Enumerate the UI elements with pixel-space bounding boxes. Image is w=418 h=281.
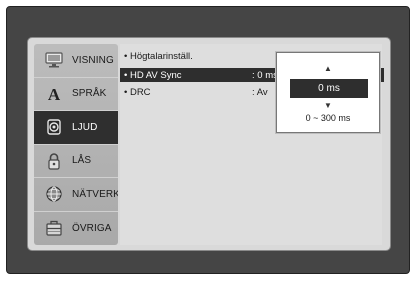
speaker-icon (44, 117, 64, 137)
svg-text:A: A (48, 85, 61, 103)
setup-menu: VISNING A SPRÅK LJUD LÅS NÄTVERK ÖVRIGA … (27, 37, 391, 251)
sidebar-item-label: LJUD (72, 121, 98, 133)
sidebar-item-sprak[interactable]: A SPRÅK (34, 78, 118, 111)
setting-value: : 0 ms (252, 69, 278, 81)
lock-icon (44, 151, 64, 171)
display-icon (44, 50, 64, 70)
sidebar-item-ovriga[interactable]: ÖVRIGA (34, 212, 118, 246)
sidebar-item-las[interactable]: LÅS (34, 145, 118, 178)
setting-row-drc[interactable]: • DRC : Av (120, 85, 272, 99)
language-a-icon: A (44, 84, 64, 104)
sidebar-item-label: NÄTVERK (72, 188, 118, 200)
setting-label: • HD AV Sync (124, 69, 182, 81)
value-range: 0 ~ 300 ms (305, 113, 351, 123)
decrease-arrow-icon[interactable]: ▼ (277, 101, 379, 110)
sidebar: VISNING A SPRÅK LJUD LÅS NÄTVERK ÖVRIGA (34, 44, 118, 245)
selected-value[interactable]: 0 ms (290, 79, 368, 98)
sidebar-item-label: LÅS (72, 155, 92, 167)
setting-label: • DRC (124, 86, 151, 98)
tv-screen: VISNING A SPRÅK LJUD LÅS NÄTVERK ÖVRIGA … (6, 6, 410, 274)
sidebar-item-label: SPRÅK (72, 88, 107, 100)
sidebar-item-label: ÖVRIGA (72, 222, 112, 234)
network-globe-icon (44, 184, 64, 204)
increase-arrow-icon[interactable]: ▲ (277, 64, 379, 73)
sidebar-item-natverk[interactable]: NÄTVERK (34, 178, 118, 212)
sidebar-item-label: VISNING (72, 54, 114, 66)
setting-row-speaker-setup[interactable]: • Högtalarinställ. (120, 49, 272, 63)
value-selector-popup: ▲ 0 ms ▼ 0 ~ 300 ms (276, 52, 380, 133)
sidebar-item-ljud[interactable]: LJUD (34, 111, 118, 145)
sidebar-item-visning[interactable]: VISNING (34, 44, 118, 78)
toolbox-icon (44, 218, 64, 238)
setting-label: • Högtalarinställ. (124, 50, 193, 62)
setting-value: : Av (252, 86, 268, 98)
